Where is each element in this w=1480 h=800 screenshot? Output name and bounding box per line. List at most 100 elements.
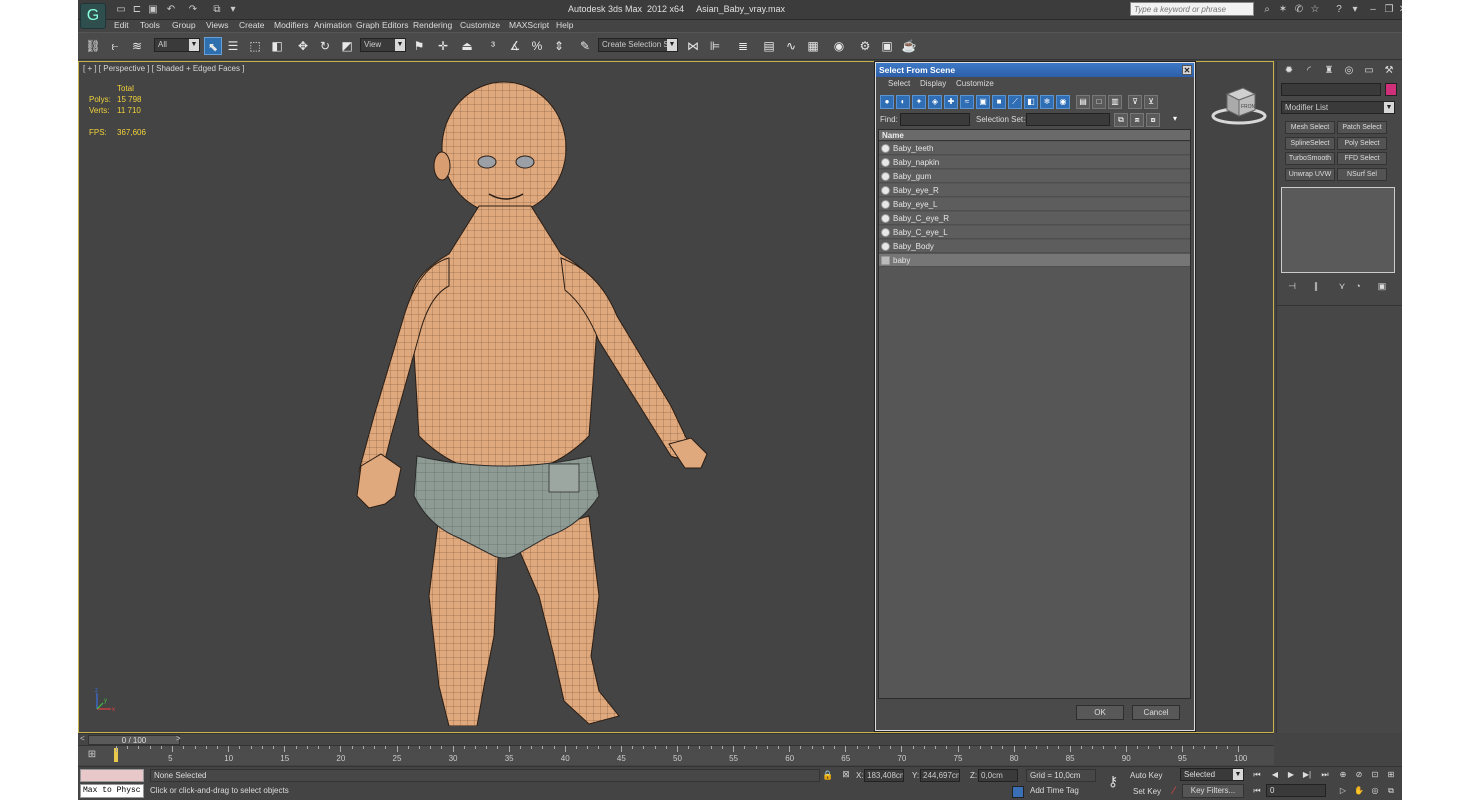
dialog-menu-customize[interactable]: Customize (956, 79, 994, 88)
nsurf-sel-button[interactable]: NSurf Sel (1337, 168, 1387, 181)
go-to-start-icon[interactable]: ⏮ (1250, 769, 1264, 781)
keyboard-shortcut-override-icon[interactable]: ⏏ (458, 37, 476, 55)
render-setup-icon[interactable]: ⚙ (856, 37, 874, 55)
open-file-icon[interactable]: ⊏ (130, 3, 144, 17)
field-of-view-icon[interactable]: ▷ (1336, 785, 1350, 797)
select-and-link-icon[interactable]: ⛓ (84, 37, 102, 55)
select-and-scale-icon[interactable]: ◩ (338, 37, 356, 55)
object-name-field[interactable] (1281, 83, 1381, 96)
graphite-ribbon-icon[interactable]: ▤ (760, 37, 778, 55)
display-space-warps-icon[interactable]: ≈ (960, 95, 974, 109)
menu-customize[interactable]: Customize (460, 20, 500, 30)
next-frame-icon[interactable]: ▶| (1300, 769, 1314, 781)
rendered-frame-window-icon[interactable]: ▣ (878, 37, 896, 55)
play-icon[interactable]: ▶ (1284, 769, 1298, 781)
display-groups-icon[interactable]: ▣ (976, 95, 990, 109)
edit-named-selection-icon[interactable]: ✎ (576, 37, 594, 55)
set-key-button[interactable]: Set Key (1133, 787, 1161, 796)
unlink-icon[interactable]: ⥼ (106, 37, 124, 55)
turbosmooth-button[interactable]: TurboSmooth (1285, 152, 1335, 165)
modifier-stack[interactable] (1281, 187, 1395, 273)
maxscript-output[interactable] (80, 769, 144, 782)
ffd-select-button[interactable]: FFD Select (1337, 152, 1387, 165)
modify-tab-icon[interactable]: ◜ (1301, 63, 1317, 79)
modifier-list-dropdown[interactable]: Modifier List ▼ (1281, 101, 1395, 114)
zoom-extents-icon[interactable]: ⊕ (1336, 769, 1350, 781)
select-none-icon[interactable]: ⧈ (1130, 113, 1144, 127)
selection-lock-icon[interactable]: 🔒 (822, 769, 834, 781)
list-item[interactable]: Baby_teeth (879, 142, 1190, 155)
list-item[interactable]: Baby_gum (879, 170, 1190, 183)
select-object-icon[interactable]: ⬉ (204, 37, 222, 55)
zoom-icon[interactable]: ⊘ (1352, 769, 1366, 781)
list-item[interactable]: baby (879, 254, 1190, 267)
list-item[interactable]: Baby_C_eye_R (879, 212, 1190, 225)
filter-icon[interactable]: ⊽ (1128, 95, 1142, 109)
filter-options-icon[interactable]: ⊻ (1144, 95, 1158, 109)
menu-views[interactable]: Views (206, 20, 229, 30)
time-tag-icon[interactable] (1012, 786, 1024, 798)
find-input[interactable] (900, 113, 970, 126)
mesh-select-button[interactable]: Mesh Select (1285, 121, 1335, 134)
ok-button[interactable]: OK (1076, 705, 1124, 720)
communication-center-icon[interactable]: ✆ (1292, 3, 1306, 17)
dialog-title-bar[interactable]: Select From Scene ✕ (876, 63, 1194, 77)
display-helpers-icon[interactable]: ✚ (944, 95, 958, 109)
pin-stack-icon[interactable]: ⊣ (1285, 279, 1299, 293)
time-slider-handle[interactable]: 0 / 100 (88, 735, 180, 745)
display-cameras-icon[interactable]: ◈ (928, 95, 942, 109)
select-and-rotate-icon[interactable]: ↻ (316, 37, 334, 55)
display-geometry-icon[interactable]: ● (880, 95, 894, 109)
display-shapes-icon[interactable]: ◐ (896, 95, 910, 109)
remove-modifier-icon[interactable]: ◔ (1351, 279, 1365, 293)
zoom-extents-all-icon[interactable]: ⊡ (1368, 769, 1382, 781)
display-xrefs-icon[interactable]: ■ (992, 95, 1006, 109)
select-all-icon[interactable]: ⧉ (1114, 113, 1128, 127)
selection-set-dropdown[interactable] (1026, 113, 1110, 126)
dialog-close-icon[interactable]: ✕ (1182, 65, 1192, 75)
menu-create[interactable]: Create (239, 20, 265, 30)
spinner-snap-icon[interactable]: ⇕ (550, 37, 568, 55)
select-by-name-icon[interactable]: ☰ (224, 37, 242, 55)
pan-view-icon[interactable]: ✋ (1352, 785, 1366, 797)
maxscript-listener-input[interactable]: Max to Physc (80, 784, 144, 798)
viewport-label[interactable]: [ + ] [ Perspective ] [ Shaded + Edged F… (83, 64, 244, 73)
display-hidden-icon[interactable]: ◉ (1056, 95, 1070, 109)
window-crossing-icon[interactable]: ◧ (268, 37, 286, 55)
name-column-header[interactable]: Name (879, 130, 1190, 141)
menu-rendering[interactable]: Rendering (413, 20, 452, 30)
mini-curve-editor-icon[interactable]: ⊞ (82, 749, 102, 761)
show-end-result-icon[interactable]: ∥ (1309, 279, 1323, 293)
dialog-menu-select[interactable]: Select (888, 79, 910, 88)
schematic-view-icon[interactable]: ▦ (804, 37, 822, 55)
display-tab-icon[interactable]: ▭ (1361, 63, 1377, 79)
display-bones-icon[interactable]: ⟋ (1008, 95, 1022, 109)
menu-maxscript[interactable]: MAXScript (509, 20, 549, 30)
minimize-icon[interactable]: – (1366, 3, 1380, 17)
z-coordinate-field[interactable]: 0,0cm (978, 769, 1018, 782)
new-file-icon[interactable]: ▭ (114, 3, 128, 17)
angle-snap-icon[interactable]: ∡ (506, 37, 524, 55)
select-and-manipulate-icon[interactable]: ✛ (434, 37, 452, 55)
time-slider-next-icon[interactable]: > (176, 734, 181, 743)
utilities-tab-icon[interactable]: ⚒ (1381, 63, 1397, 79)
display-frozen-icon[interactable]: ❄ (1040, 95, 1054, 109)
named-selection-dropdown[interactable]: Create Selection Se ▼ (598, 38, 678, 52)
spline-select-button[interactable]: SplineSelect (1285, 137, 1335, 150)
create-tab-icon[interactable]: ✹ (1281, 63, 1297, 79)
menu-help[interactable]: Help (556, 20, 573, 30)
snaps-toggle-icon[interactable]: ³ (484, 37, 502, 55)
display-none-icon[interactable]: □ (1092, 95, 1106, 109)
list-item[interactable]: Baby_eye_L (879, 198, 1190, 211)
material-editor-icon[interactable]: ◉ (830, 37, 848, 55)
expand-options-icon[interactable]: ▾ (1168, 113, 1182, 127)
select-and-move-icon[interactable]: ✥ (294, 37, 312, 55)
pivot-center-icon[interactable]: ⚑ (410, 37, 428, 55)
object-color-swatch[interactable] (1385, 83, 1397, 96)
add-time-tag-button[interactable]: Add Time Tag (1030, 786, 1079, 795)
select-invert-icon[interactable]: ⧇ (1146, 113, 1160, 127)
app-logo-button[interactable]: G (80, 3, 106, 29)
help-dropdown-icon[interactable]: ▾ (1348, 3, 1362, 17)
time-slider[interactable]: < 0 / 100 > (78, 733, 1274, 745)
close-icon[interactable]: ✕ (1396, 3, 1402, 17)
